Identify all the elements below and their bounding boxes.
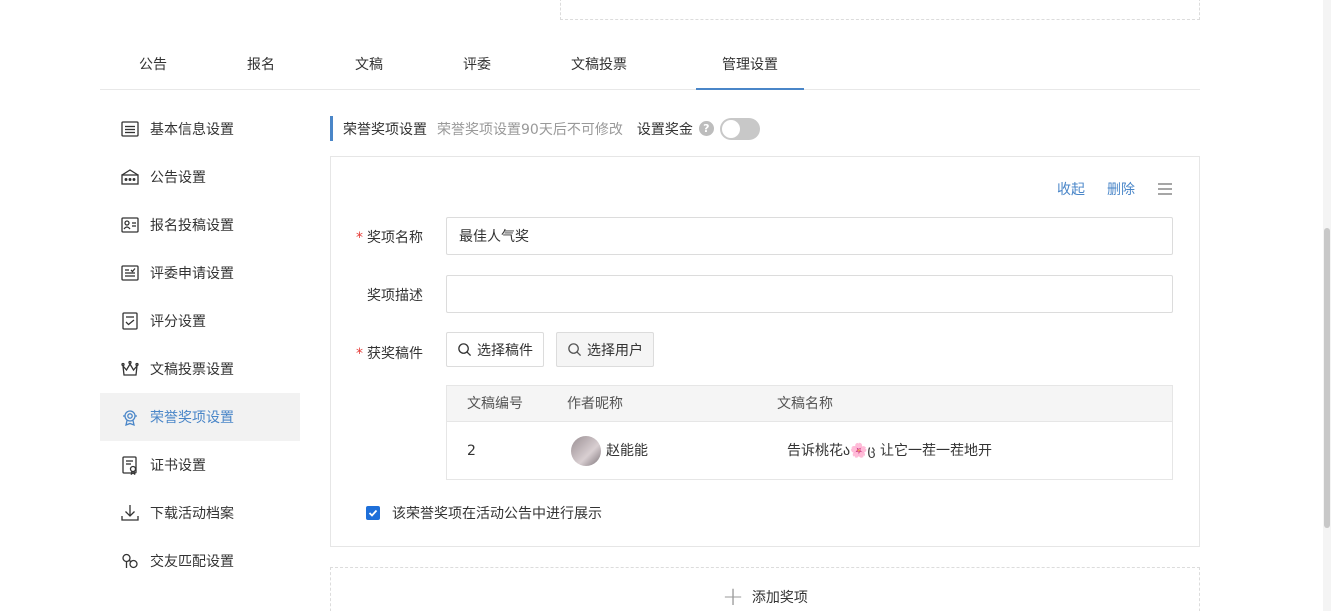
sidebar-item-judge-application[interactable]: 评委申请设置 — [100, 249, 300, 297]
medal-icon — [120, 407, 140, 427]
drag-menu-icon[interactable] — [1157, 182, 1173, 196]
check-icon — [368, 509, 378, 517]
tab-manuscripts[interactable]: 文稿 — [343, 40, 395, 90]
sidebar-item-label: 下载活动档案 — [150, 506, 234, 522]
sidebar-item-basic-info[interactable]: 基本信息设置 — [100, 105, 300, 153]
required-mark: * — [356, 346, 363, 362]
download-icon — [120, 503, 140, 523]
add-award-button[interactable]: + 添加奖项 — [330, 567, 1200, 611]
bonus-label: 设置奖金 — [636, 121, 693, 138]
sidebar-item-friend-matching[interactable]: 交友匹配设置 — [100, 537, 300, 585]
tab-management-settings[interactable]: 管理设置 — [696, 40, 804, 90]
sidebar-item-honor-awards[interactable]: 荣誉奖项设置 — [100, 393, 300, 441]
sidebar-item-signup-submission[interactable]: 报名投稿设置 — [100, 201, 300, 249]
id-card-icon — [120, 215, 140, 235]
show-in-notice-checkbox[interactable] — [366, 506, 380, 520]
toggle-knob — [721, 119, 740, 138]
search-icon — [568, 343, 582, 357]
show-in-notice-option[interactable]: 该荣誉奖项在活动公告中进行展示 — [366, 503, 602, 523]
section-hint: 荣誉奖项设置90天后不可修改 — [437, 121, 623, 138]
required-mark: * — [356, 230, 363, 246]
sidebar-item-manuscript-voting[interactable]: 文稿投票设置 — [100, 345, 300, 393]
sidebar-item-label: 报名投稿设置 — [150, 218, 234, 234]
column-header-author: 作者昵称 — [567, 396, 623, 412]
cell-id: 2 — [467, 443, 476, 459]
table-row: 2 赵能能 告诉桃花ა🌸ც 让它一茬一茬地开 — [447, 422, 1172, 480]
form-icon — [120, 263, 140, 283]
previous-award-box-edge — [560, 0, 1200, 20]
tab-notice[interactable]: 公告 — [127, 40, 179, 90]
section-accent-bar — [330, 116, 333, 141]
sidebar-item-label: 荣誉奖项设置 — [150, 410, 234, 426]
notice-icon — [120, 167, 140, 187]
award-name-label: * 奖项名称 — [356, 230, 423, 246]
section-header: 荣誉奖项设置 荣誉奖项设置90天后不可修改 设置奖金 ? — [330, 116, 760, 141]
award-name-input[interactable] — [446, 217, 1173, 255]
certificate-icon — [120, 455, 140, 475]
scrollbar-thumb[interactable] — [1324, 228, 1330, 528]
add-award-label: 添加奖项 — [751, 590, 808, 606]
sidebar-item-label: 文稿投票设置 — [150, 362, 234, 378]
bonus-toggle[interactable] — [719, 117, 760, 140]
crown-icon — [120, 359, 140, 379]
winning-works-table: 文稿编号 作者昵称 文稿名称 2 赵能能 告诉桃花ა🌸ც 让它一茬一茬地开 — [446, 385, 1173, 480]
cell-title: 告诉桃花ა🌸ც 让它一茬一茬地开 — [787, 443, 992, 459]
table-header: 文稿编号 作者昵称 文稿名称 — [447, 386, 1172, 422]
list-icon — [120, 119, 140, 139]
sidebar-item-label: 评分设置 — [150, 314, 206, 330]
plus-icon: + — [722, 582, 744, 611]
help-icon[interactable]: ? — [698, 121, 714, 136]
award-desc-input[interactable] — [446, 275, 1173, 313]
delete-link[interactable]: 删除 — [1107, 179, 1135, 199]
column-header-title: 文稿名称 — [777, 396, 833, 412]
award-desc-label: 奖项描述 — [367, 288, 423, 304]
sidebar-item-download-archive[interactable]: 下载活动档案 — [100, 489, 300, 537]
cell-author: 赵能能 — [606, 443, 648, 459]
award-works-label: * 获奖稿件 — [356, 346, 423, 362]
sidebar-item-label: 评委申请设置 — [150, 266, 234, 282]
section-title: 荣誉奖项设置 — [343, 121, 427, 138]
search-icon — [458, 343, 472, 357]
sidebar-item-label: 基本信息设置 — [150, 122, 234, 138]
page-scrollbar[interactable] — [1323, 0, 1331, 611]
avatar — [571, 436, 601, 466]
select-work-button[interactable]: 选择稿件 — [446, 332, 544, 367]
tab-manuscript-voting[interactable]: 文稿投票 — [555, 40, 643, 90]
sidebar-item-scoring[interactable]: 评分设置 — [100, 297, 300, 345]
activity-tabs: 公告 报名 文稿 评委 文稿投票 管理设置 — [100, 40, 1200, 90]
column-header-id: 文稿编号 — [467, 396, 523, 412]
sidebar-item-label: 交友匹配设置 — [150, 554, 234, 570]
sidebar-item-certificate[interactable]: 证书设置 — [100, 441, 300, 489]
checklist-icon — [120, 311, 140, 331]
sidebar-item-label: 公告设置 — [150, 170, 206, 186]
show-in-notice-label: 该荣誉奖项在活动公告中进行展示 — [392, 506, 602, 522]
award-panel: 收起 删除 *奖项名称 奖项描述 *获奖稿件 选择稿件 选择用户 文稿编号 作者… — [330, 156, 1200, 547]
sidebar-item-notice[interactable]: 公告设置 — [100, 153, 300, 201]
collapse-link[interactable]: 收起 — [1057, 179, 1085, 199]
tab-signup[interactable]: 报名 — [235, 40, 287, 90]
tab-judges[interactable]: 评委 — [451, 40, 503, 90]
select-user-button[interactable]: 选择用户 — [556, 332, 654, 367]
match-icon — [120, 551, 140, 571]
panel-actions: 收起 删除 — [1035, 179, 1173, 199]
sidebar-item-label: 证书设置 — [150, 458, 206, 474]
